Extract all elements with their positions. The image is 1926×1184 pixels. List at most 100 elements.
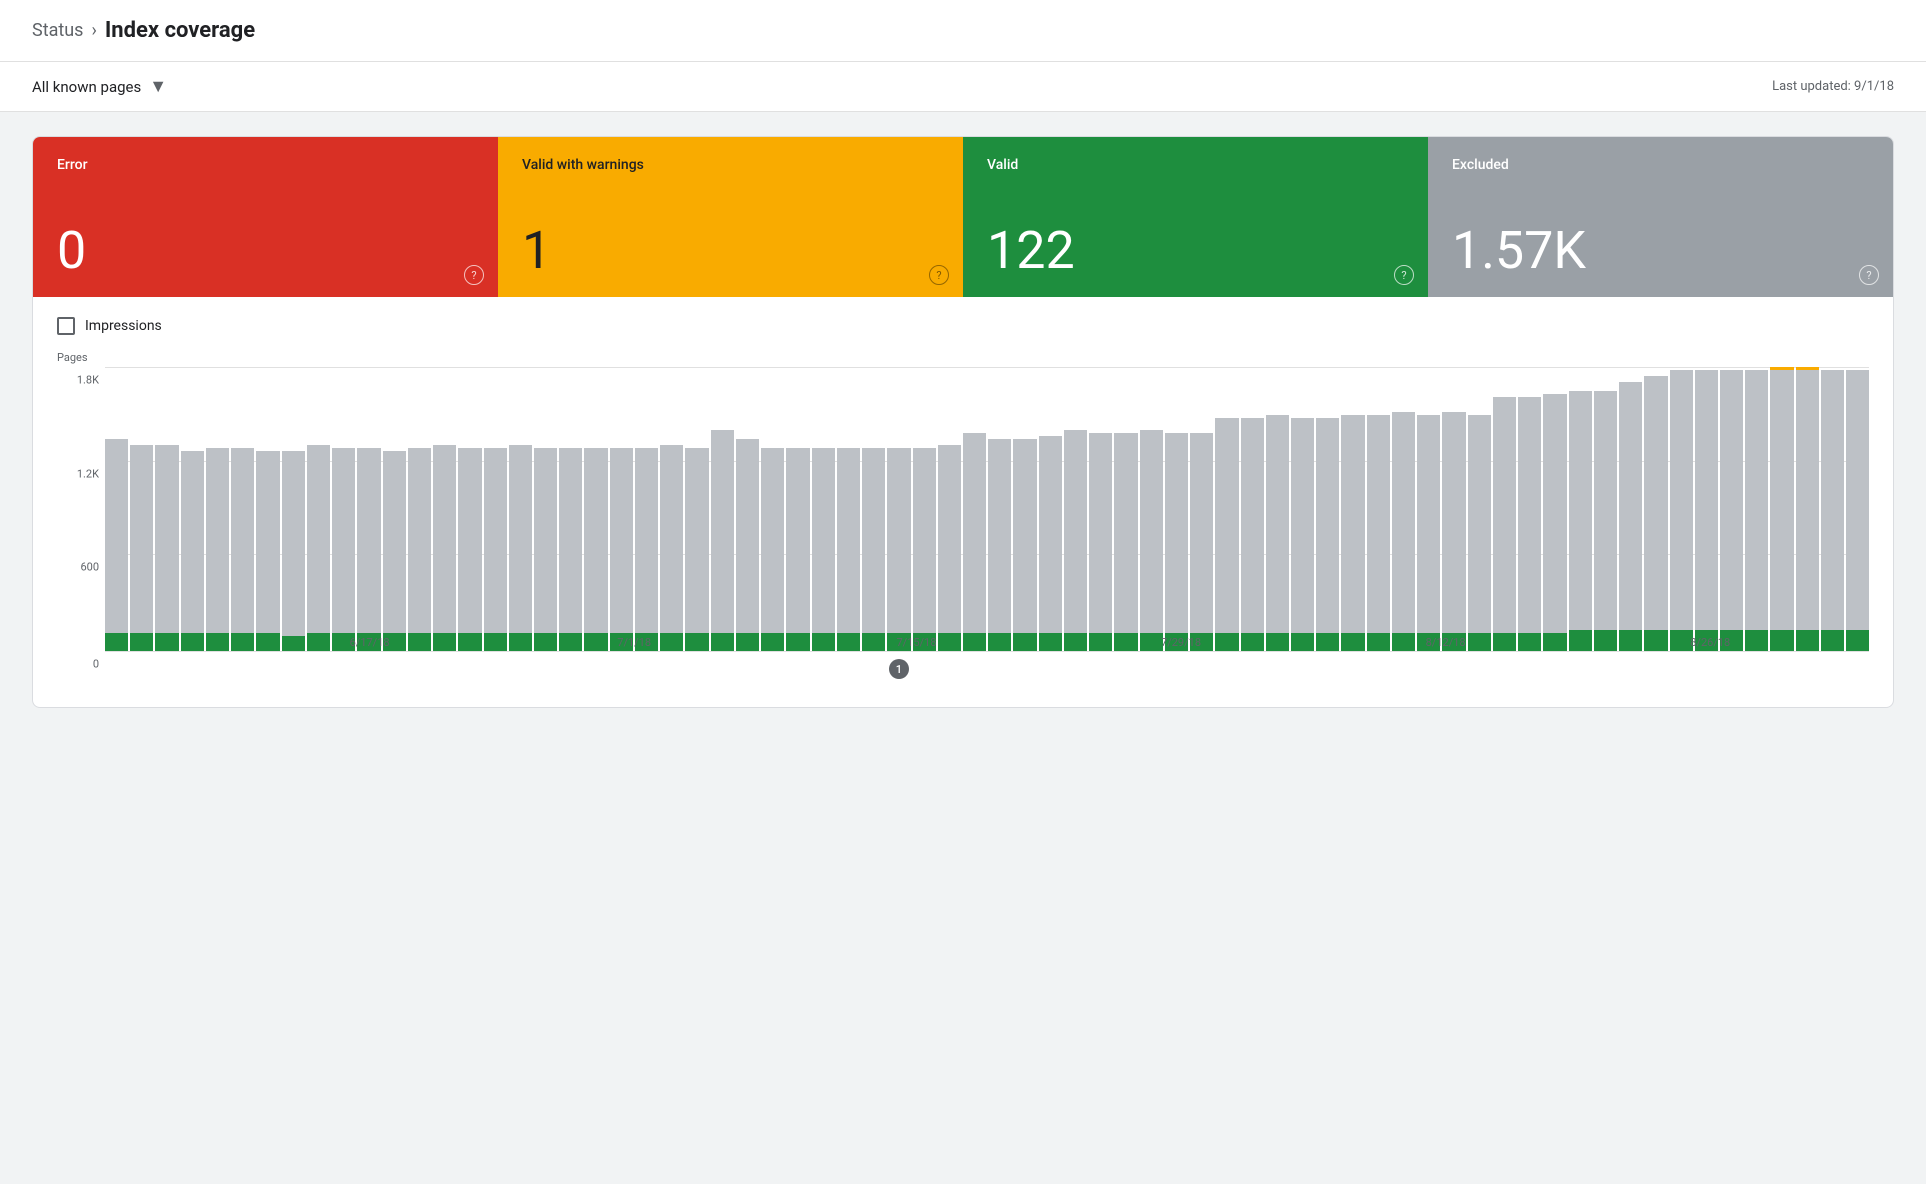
- bar-group: [105, 367, 128, 651]
- bar-group: [1392, 367, 1415, 651]
- impressions-checkbox[interactable]: [57, 317, 75, 335]
- bar-segment-grey: [206, 448, 229, 633]
- tooltip-badge: 1: [889, 659, 909, 679]
- bar-segment-grey: [433, 445, 456, 633]
- tile-warning-help-icon[interactable]: ?: [929, 265, 949, 285]
- bar-segment-grey: [1266, 415, 1289, 633]
- bar-segment-grey: [332, 448, 355, 633]
- x-axis-label: 6/17/18: [350, 636, 390, 649]
- bar-segment-grey: [1165, 433, 1188, 633]
- status-tiles: Error 0 ? Valid with warnings 1 ? Valid …: [33, 137, 1893, 297]
- bar-group: [1569, 367, 1592, 651]
- bar-group: [282, 367, 305, 651]
- tile-excluded[interactable]: Excluded 1.57K ?: [1428, 137, 1893, 297]
- bar-group: [1619, 367, 1642, 651]
- bar-segment-grey: [761, 448, 784, 633]
- bar-group: [509, 367, 532, 651]
- bar-segment-grey: [357, 448, 380, 633]
- bar-group: [786, 367, 809, 651]
- bar-segment-grey: [1013, 439, 1036, 633]
- tile-valid-label: Valid: [987, 157, 1404, 173]
- bar-group: [1442, 367, 1465, 651]
- bar-group: [963, 367, 986, 651]
- bar-segment-grey: [1468, 415, 1491, 633]
- tile-valid-value: 122: [987, 225, 1404, 277]
- bar-segment-grey: [862, 448, 885, 633]
- bar-group: [1291, 367, 1314, 651]
- bar-segment-grey: [1569, 391, 1592, 630]
- bar-group: [1468, 367, 1491, 651]
- bar-group: [1215, 367, 1238, 651]
- bar-group: [635, 367, 658, 651]
- chart-container: Pages 1.8K 1.2K 600: [57, 351, 1869, 691]
- bar-segment-grey: [408, 448, 431, 633]
- bar-group: [307, 367, 330, 651]
- bar-segment-grey: [1846, 370, 1869, 630]
- bar-segment-grey: [1089, 433, 1112, 633]
- bar-group: [1770, 367, 1793, 651]
- tile-excluded-help-icon[interactable]: ?: [1859, 265, 1879, 285]
- bar-segment-grey: [736, 439, 759, 633]
- bar-group: [660, 367, 683, 651]
- filter-label: All known pages: [32, 78, 141, 96]
- bar-segment-grey: [1190, 433, 1213, 633]
- bar-group: [484, 367, 507, 651]
- breadcrumb: Status › Index coverage: [32, 18, 255, 43]
- bar-group: [837, 367, 860, 651]
- bar-group: [181, 367, 204, 651]
- bar-group: [357, 367, 380, 651]
- bar-segment-grey: [130, 445, 153, 633]
- bar-segment-grey: [1594, 391, 1617, 630]
- tile-warning[interactable]: Valid with warnings 1 ?: [498, 137, 963, 297]
- bar-segment-grey: [887, 448, 910, 633]
- header: Status › Index coverage: [0, 0, 1926, 62]
- bar-segment-grey: [1796, 370, 1819, 630]
- tile-error[interactable]: Error 0 ?: [33, 137, 498, 297]
- bars-area: 1: [105, 367, 1869, 651]
- bar-segment-grey: [837, 448, 860, 633]
- tile-error-help-icon[interactable]: ?: [464, 265, 484, 285]
- bar-group: [383, 367, 406, 651]
- bar-group: [1417, 367, 1440, 651]
- bar-group: [332, 367, 355, 651]
- bar-segment-grey: [1442, 412, 1465, 633]
- bar-segment-grey: [1670, 370, 1693, 630]
- tile-valid[interactable]: Valid 122 ?: [963, 137, 1428, 297]
- bar-segment-grey: [155, 445, 178, 633]
- page-title: Index coverage: [105, 18, 255, 43]
- bar-segment-grey: [1341, 415, 1364, 633]
- chart-inner: 1.8K 1.2K 600 0: [105, 367, 1869, 651]
- bar-group: [1518, 367, 1541, 651]
- y-label-1.2k: 1.2K: [77, 467, 99, 480]
- bar-group: [1644, 367, 1667, 651]
- bar-segment-grey: [1114, 433, 1137, 633]
- bar-group: [1796, 367, 1819, 651]
- index-coverage-card: Error 0 ? Valid with warnings 1 ? Valid …: [32, 136, 1894, 708]
- tile-warning-value: 1: [522, 225, 939, 277]
- impressions-row: Impressions: [57, 317, 1869, 335]
- bar-segment-grey: [1745, 370, 1768, 630]
- bar-group: [1720, 367, 1743, 651]
- chevron-down-icon: ▼: [149, 76, 167, 97]
- bar-group: [534, 367, 557, 651]
- bar-segment-grey: [1417, 415, 1440, 633]
- bar-group: [1140, 367, 1163, 651]
- bar-segment-grey: [660, 445, 683, 633]
- x-axis-label: 7/1/18: [617, 636, 651, 649]
- bar-group: [256, 367, 279, 651]
- bar-group: [1241, 367, 1264, 651]
- tile-valid-help-icon[interactable]: ?: [1394, 265, 1414, 285]
- impressions-label: Impressions: [85, 318, 162, 334]
- bar-group: [610, 367, 633, 651]
- bar-group: [584, 367, 607, 651]
- bar-segment-grey: [383, 451, 406, 633]
- bar-group: [1013, 367, 1036, 651]
- bar-group: [685, 367, 708, 651]
- bar-segment-grey: [938, 445, 961, 633]
- bar-group: [1266, 367, 1289, 651]
- filter-dropdown[interactable]: All known pages ▼: [32, 76, 167, 97]
- bar-group: [1846, 367, 1869, 651]
- y-label-1.8k: 1.8K: [77, 374, 99, 387]
- bar-group: [231, 367, 254, 651]
- bar-segment-grey: [1367, 415, 1390, 633]
